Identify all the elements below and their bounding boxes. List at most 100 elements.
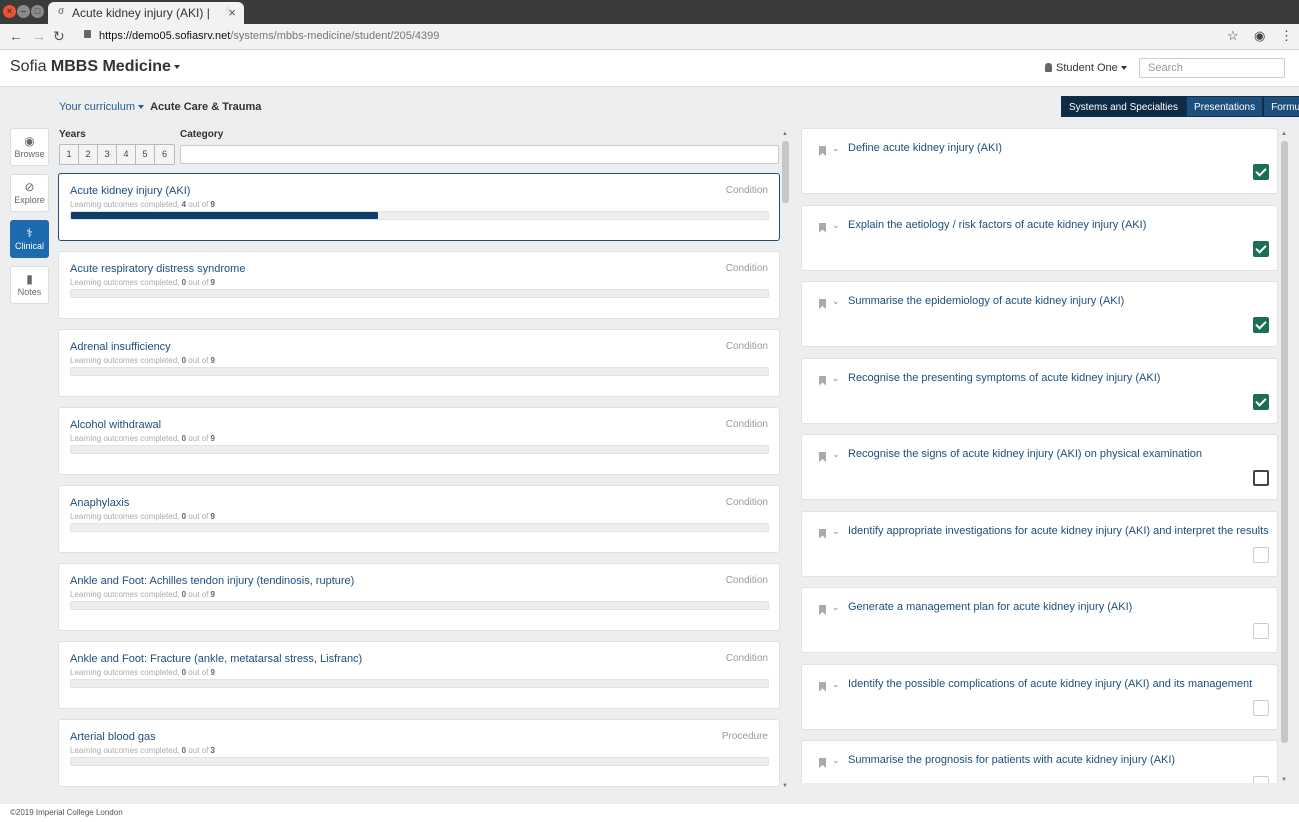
scroll-thumb[interactable] [1281,141,1288,743]
condition-card[interactable]: Adrenal insufficiency Condition Learning o… [58,329,780,397]
tab-presentations[interactable]: Presentations [1185,96,1264,117]
outcome-text[interactable]: Summarise the epidemiology of acute kidn… [848,295,1124,307]
year-button[interactable]: 6 [155,145,174,164]
outcomes-scrollbar[interactable]: ▲ ▼ [1280,131,1289,783]
url-field[interactable]: https://demo05.sofiasrv.net/systems/mbbs… [99,30,439,42]
window-minimize-button[interactable]: – [17,5,30,18]
menu-icon[interactable]: ⋮ [1280,28,1293,44]
tab-systems-and-specialties[interactable]: Systems and Specialties [1061,96,1186,117]
bookmark-icon[interactable] [819,146,826,156]
account-icon[interactable]: ◉ [1254,28,1265,44]
condition-title[interactable]: Ankle and Foot: Fracture (ankle, metatar… [70,653,362,665]
year-button[interactable]: 3 [98,145,117,164]
year-button[interactable]: 1 [60,145,79,164]
outcome-text[interactable]: Define acute kidney injury (AKI) [848,142,1002,154]
outcome-checkbox[interactable] [1253,546,1269,563]
year-button[interactable]: 2 [79,145,98,164]
chevron-down-icon [173,64,180,69]
bookmark-icon[interactable] [819,528,826,539]
chevron-down-icon[interactable]: ⌄ [832,449,840,460]
conditions-scrollbar[interactable]: ▲ ▼ [781,131,790,789]
outcome-text[interactable]: Generate a management plan for acute kid… [848,601,1132,613]
chevron-down-icon[interactable]: ⌄ [832,679,840,690]
category-input[interactable] [180,145,779,164]
user-menu[interactable]: Student One [1045,62,1127,74]
outcome-checkbox[interactable] [1253,776,1269,783]
chevron-down-icon[interactable]: ⌄ [832,373,840,384]
sidebar-item-clinical[interactable]: ⚕ Clinical [10,220,49,258]
search-input[interactable] [1139,58,1285,78]
sidebar-item-notes[interactable]: ▮ Notes [10,266,49,304]
outcome-text[interactable]: Explain the aetiology / risk factors of … [848,219,1146,231]
condition-card[interactable]: Anaphylaxis Condition Learning outcomes co… [58,485,780,553]
chevron-down-icon[interactable]: ⌄ [832,602,840,613]
outcome-text[interactable]: Recognise the presenting symptoms of acu… [848,372,1160,384]
window-close-button[interactable]: × [3,5,16,18]
condition-title[interactable]: Anaphylaxis [70,497,129,509]
progress-total: 9 [210,668,215,677]
doctor-icon: ⚕ [26,226,33,240]
chevron-down-icon[interactable]: ⌄ [832,220,840,231]
outcome-checkbox[interactable] [1253,393,1269,410]
condition-card[interactable]: Arterial blood gas Procedure Learning outc… [58,719,780,787]
condition-title[interactable]: Adrenal insufficiency [70,341,171,353]
bookmark-icon[interactable] [819,299,826,309]
outcome-text[interactable]: Identify the possible complications of a… [848,678,1252,690]
condition-type: Condition [725,653,768,664]
browser-tab[interactable]: σ Acute kidney injury (AKI) | × [48,2,244,24]
condition-title[interactable]: Acute respiratory distress syndrome [70,263,245,275]
chevron-down-icon[interactable]: ⌄ [832,755,840,766]
curriculum-dropdown[interactable]: Your curriculum [59,101,135,113]
chevron-down-icon[interactable]: ⌄ [832,143,840,154]
outcome-text[interactable]: Summarise the prognosis for patients wit… [848,754,1175,766]
condition-title[interactable]: Acute kidney injury (AKI) [70,185,190,197]
outcomes-list: ⌄ Define acute kidney injury (AKI) ⌄ Explai… [801,128,1278,783]
star-icon[interactable]: ☆ [1227,28,1239,44]
window-maximize-button[interactable]: □ [31,5,44,18]
outcome-checkbox[interactable] [1253,470,1269,486]
condition-card[interactable]: Ankle and Foot: Fracture (ankle, metatar… [58,641,780,709]
scroll-up-icon[interactable]: ▲ [782,131,788,137]
reload-icon[interactable]: ↻ [53,28,65,45]
brand-menu[interactable]: Sofia MBBS Medicine [10,58,180,76]
condition-title[interactable]: Ankle and Foot: Achilles tendon injury (… [70,575,354,587]
years-label: Years [59,129,86,140]
bookmark-icon[interactable] [819,758,826,768]
chevron-down-icon[interactable]: ⌄ [832,526,840,537]
outcome-checkbox[interactable] [1253,317,1269,333]
scroll-down-icon[interactable]: ▼ [782,783,788,789]
condition-progress-text: Learning outcomes completed, 4 out of 9 [70,200,215,209]
bookmark-icon[interactable] [819,452,826,462]
outcome-checkbox[interactable] [1253,164,1269,180]
new-tab-icon[interactable]: + [224,2,233,20]
condition-card[interactable]: Acute kidney injury (AKI) Condition Learni… [58,173,780,241]
bookmark-icon[interactable] [819,222,826,233]
condition-card[interactable]: Ankle and Foot: Achilles tendon injury (… [58,563,780,631]
scroll-down-icon[interactable]: ▼ [1281,777,1287,783]
sidebar-item-browse[interactable]: ◉ Browse [10,128,49,166]
outcome-checkbox[interactable] [1253,240,1269,257]
bookmark-icon[interactable] [819,375,826,386]
chevron-down-icon[interactable]: ⌄ [832,296,840,307]
footer: ©2019 Imperial College London [0,804,1299,822]
progress-mid: out of [186,434,211,443]
year-button[interactable]: 4 [117,145,136,164]
condition-card[interactable]: Acute respiratory distress syndrome Condi… [58,251,780,319]
tab-formulary[interactable]: Formulary [1263,96,1299,117]
condition-title[interactable]: Alcohol withdrawal [70,419,161,431]
outcome-text[interactable]: Recognise the signs of acute kidney inju… [848,448,1202,460]
year-button[interactable]: 5 [136,145,155,164]
sidebar-item-explore[interactable]: ⊘ Explore [10,174,49,212]
scroll-thumb[interactable] [782,141,789,203]
bookmark-icon[interactable] [819,605,826,615]
back-icon[interactable]: ← [9,28,23,44]
bookmark-icon[interactable] [819,681,826,692]
condition-title[interactable]: Arterial blood gas [70,731,156,743]
scroll-up-icon[interactable]: ▲ [1281,131,1287,137]
outcome-checkbox[interactable] [1253,699,1269,716]
condition-card[interactable]: Alcohol withdrawal Condition Learning outc… [58,407,780,475]
outcome-text[interactable]: Identify appropriate investigations for … [848,525,1269,537]
outcome-checkbox[interactable] [1253,623,1269,639]
forward-icon[interactable]: → [32,28,46,44]
progress-prefix: Learning outcomes completed, [70,512,182,521]
